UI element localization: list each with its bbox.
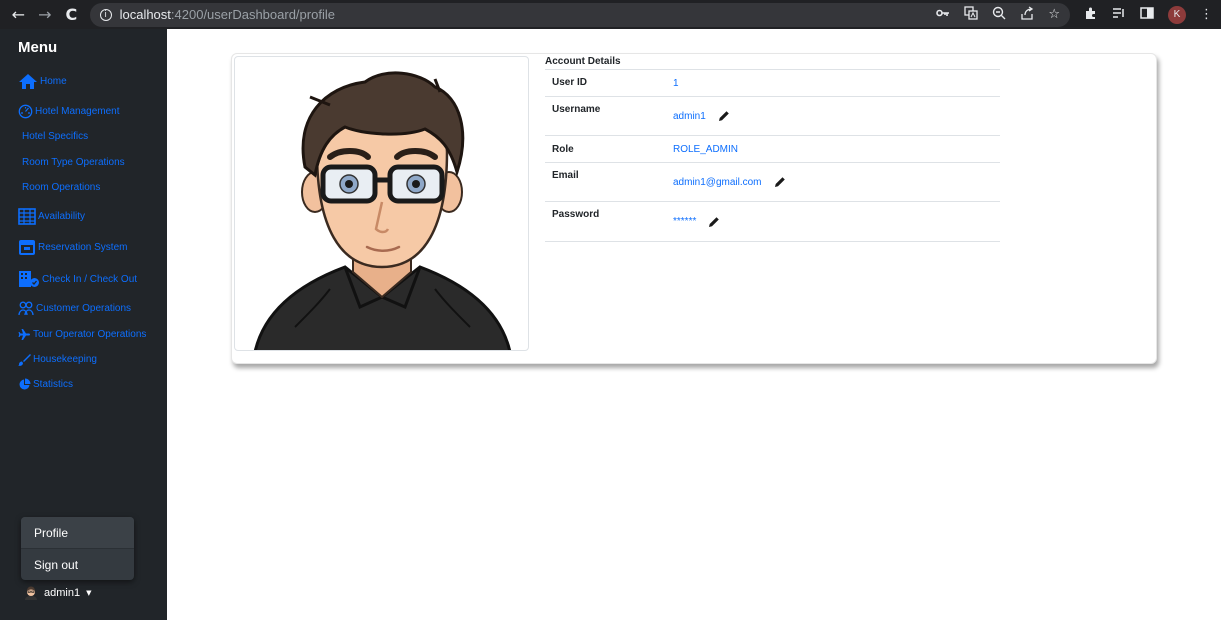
reading-list-icon[interactable]: [1112, 7, 1126, 23]
profile-avatar[interactable]: K: [1168, 5, 1187, 24]
edit-email-pencil-icon[interactable]: [774, 176, 786, 188]
row-username: Username admin1: [545, 97, 1000, 136]
forward-icon[interactable]: →: [35, 4, 56, 26]
avatar: [24, 586, 38, 600]
row-role: Role ROLE_ADMIN: [545, 136, 1000, 163]
user-id-value: 1: [673, 77, 679, 89]
more-vert-icon[interactable]: ⋮: [1200, 7, 1213, 22]
row-password: Password ******: [545, 202, 1000, 242]
sidebar-item-room-type-operations[interactable]: Room Type Operations: [22, 157, 125, 168]
home-icon: [18, 73, 38, 90]
sidebar-item-availability[interactable]: Availability: [18, 208, 85, 225]
role-label: Role: [552, 144, 574, 155]
email-label: Email: [552, 170, 579, 181]
sidebar-item-home[interactable]: Home: [18, 73, 67, 90]
profile-menu-item[interactable]: Profile: [21, 517, 134, 548]
sidebar-item-reservation-system[interactable]: Reservation System: [18, 239, 127, 256]
user-dropdown-menu: Profile Sign out: [21, 517, 134, 580]
translate-icon[interactable]: [964, 5, 979, 24]
password-label: Password: [552, 209, 600, 220]
username-label: Username: [552, 104, 601, 115]
sidebar-item-hotel-management[interactable]: Hotel Management: [18, 104, 120, 119]
url-path: :4200/userDashboard/profile: [170, 7, 335, 22]
table-icon: [18, 208, 36, 225]
people-icon: [18, 301, 34, 316]
edit-password-pencil-icon[interactable]: [708, 216, 720, 228]
email-value: admin1@gmail.com: [673, 163, 786, 201]
account-details: Account Details User ID 1 Username admin…: [545, 56, 1000, 242]
signout-menu-item[interactable]: Sign out: [21, 549, 134, 580]
sidebar-item-tour-operator-operations[interactable]: Tour Operator Operations: [18, 328, 146, 341]
side-panel-icon[interactable]: [1140, 6, 1154, 23]
profile-card: Account Details User ID 1 Username admin…: [231, 53, 1157, 364]
share-icon[interactable]: [1020, 5, 1034, 24]
user-menu-toggle[interactable]: admin1 ▼: [24, 586, 91, 600]
username-label: admin1: [44, 587, 81, 599]
url-host: localhost: [119, 7, 171, 22]
info-icon[interactable]: i: [99, 8, 112, 21]
sidebar: Menu Home Hotel Management Hotel Specifi…: [0, 29, 167, 620]
pie-chart-icon: [18, 378, 31, 391]
brush-icon: [18, 353, 31, 366]
sidebar-item-hotel-specifics[interactable]: Hotel Specifics: [22, 131, 88, 142]
airplane-icon: [18, 328, 31, 341]
role-value: ROLE_ADMIN: [673, 143, 739, 155]
account-details-title: Account Details: [545, 56, 1000, 70]
key-icon[interactable]: [936, 7, 950, 22]
username-value: admin1: [673, 97, 730, 135]
reload-icon[interactable]: C: [61, 4, 82, 26]
sidebar-item-statistics[interactable]: Statistics: [18, 378, 73, 391]
back-icon[interactable]: ←: [8, 4, 29, 26]
calendar-icon: [18, 239, 36, 256]
address-bar[interactable]: i localhost :4200/userDashboard/profile …: [89, 2, 1071, 27]
zoom-icon[interactable]: [992, 6, 1006, 24]
sidebar-item-housekeeping[interactable]: Housekeeping: [18, 353, 97, 366]
browser-toolbar: ← → C i localhost :4200/userDashboard/pr…: [0, 0, 1221, 29]
user-id-label: User ID: [552, 77, 588, 88]
bookmark-star-icon[interactable]: ☆: [1048, 7, 1060, 22]
building-check-icon: [18, 270, 40, 288]
profile-avatar-image: [234, 56, 529, 351]
dashboard-icon: [18, 104, 33, 119]
edit-username-pencil-icon[interactable]: [718, 110, 730, 122]
row-user-id: User ID 1: [545, 70, 1000, 97]
extensions-icon[interactable]: [1084, 6, 1098, 24]
row-email: Email admin1@gmail.com: [545, 163, 1000, 202]
menu-title: Menu: [18, 39, 58, 56]
caret-down-icon: ▼: [86, 589, 92, 597]
sidebar-item-customer-operations[interactable]: Customer Operations: [18, 301, 131, 316]
sidebar-item-room-operations[interactable]: Room Operations: [22, 182, 100, 193]
sidebar-item-check-in-out[interactable]: Check In / Check Out: [18, 270, 137, 288]
password-value: ******: [673, 202, 720, 241]
